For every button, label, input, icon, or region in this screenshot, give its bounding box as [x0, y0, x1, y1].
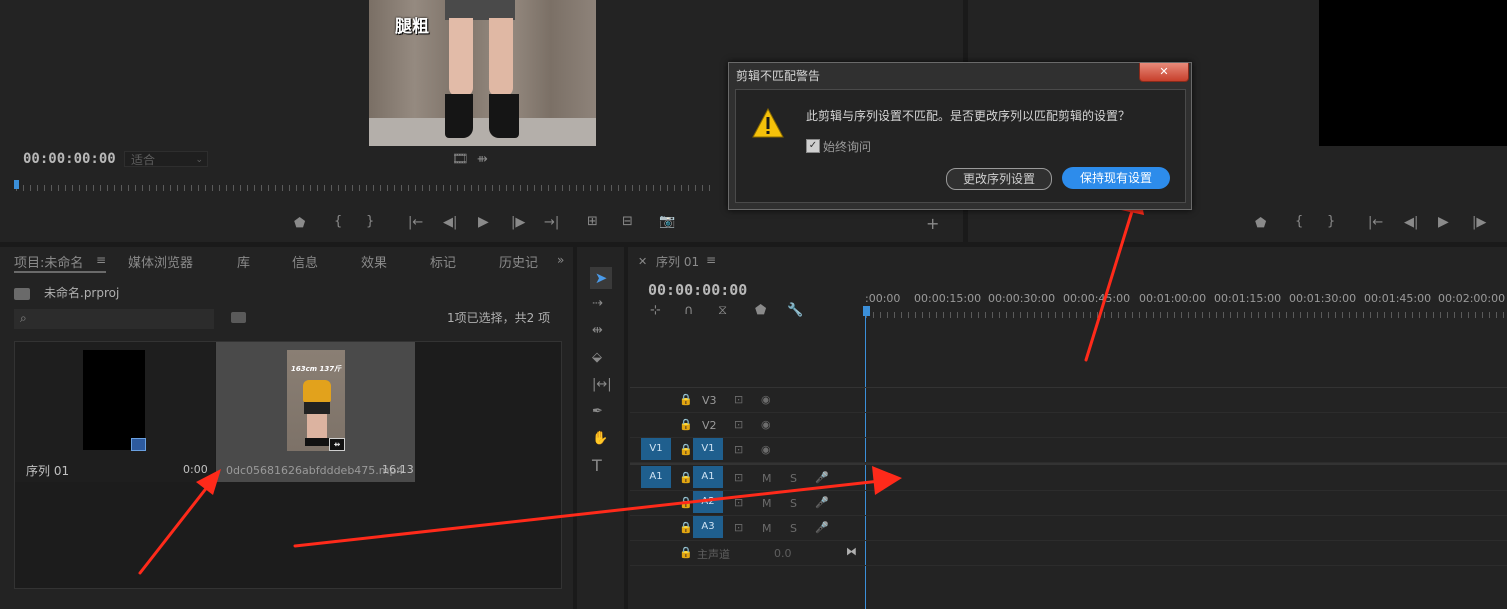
- dialog-message: 此剪辑与序列设置不匹配。是否更改序列以匹配剪辑的设置？: [806, 109, 1131, 123]
- arrow-to-clip-shaft: [138, 484, 210, 575]
- warning-icon: [752, 108, 784, 138]
- always-ask-checkbox[interactable]: ✓: [806, 139, 820, 153]
- arrow-to-timeline-shaft: [293, 479, 882, 548]
- dialog-title: 剪辑不匹配警告: [736, 69, 821, 83]
- arrow-to-timeline-head: [872, 466, 902, 495]
- dialog-close-button[interactable]: ✕: [1139, 63, 1189, 82]
- arrow-to-clip-head: [196, 469, 221, 495]
- dialog-body: 此剪辑与序列设置不匹配。是否更改序列以匹配剪辑的设置？ ✓ 始终询问 更改序列设…: [735, 89, 1186, 203]
- keep-existing-settings-button[interactable]: 保持现有设置: [1062, 167, 1170, 189]
- always-ask-label: 始终询问: [823, 140, 872, 154]
- arrow-to-keep-button-shaft: [1084, 206, 1135, 362]
- change-sequence-settings-button[interactable]: 更改序列设置: [946, 168, 1052, 190]
- clip-mismatch-dialog: 剪辑不匹配警告 ✕ 此剪辑与序列设置不匹配。是否更改序列以匹配剪辑的设置？ ✓ …: [728, 62, 1192, 210]
